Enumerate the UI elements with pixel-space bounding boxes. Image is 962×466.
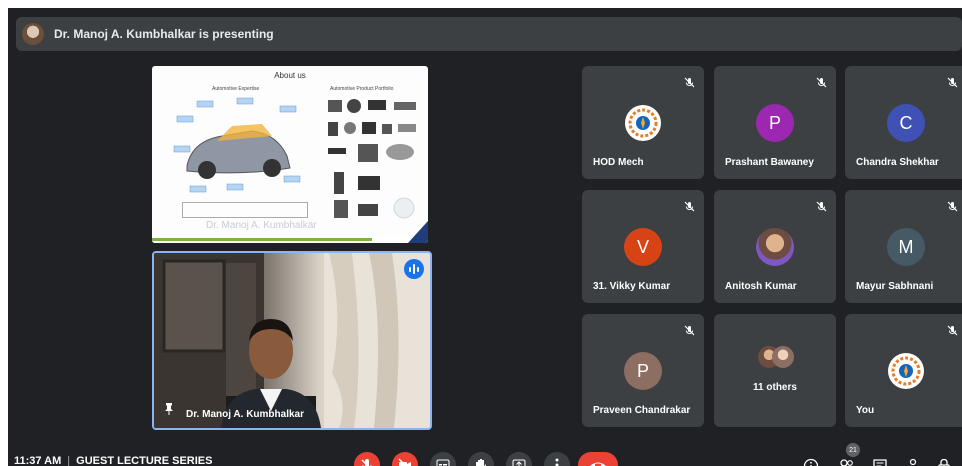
chat-icon[interactable] [872,458,888,466]
college-emblem-avatar [887,352,925,390]
participant-tile-you[interactable]: You [845,314,962,427]
product-portfolio-images [328,99,416,219]
pin-icon[interactable] [164,402,174,420]
slide-heading-right: Automotive Product Portfolio [330,86,394,92]
meeting-time: 11:37 AM [14,455,62,466]
participant-name: Anitosh Kumar [725,281,797,292]
participant-avatar: M [887,228,925,266]
slide-textbox [182,202,308,218]
host-controls-icon[interactable] [937,458,951,466]
mic-off-icon [947,75,958,93]
presenting-text: Dr. Manoj A. Kumbhalkar is presenting [54,27,274,41]
more-options-button[interactable] [544,452,570,466]
participant-tile-praveen[interactable]: P Praveen Chandrakar [582,314,704,427]
meeting-info: 11:37 AM | GUEST LECTURE SERIES [14,455,212,466]
present-screen-button[interactable] [506,452,532,466]
participant-tile-vikky[interactable]: V 31. Vikky Kumar [582,190,704,303]
participant-tile-hod-mech[interactable]: HOD Mech [582,66,704,179]
participant-name: Praveen Chandrakar [593,405,691,416]
shared-screen[interactable]: About us Automotive Expertise Automotive… [152,66,428,243]
slide-corner-triangle [408,221,428,243]
participant-tile-chandra[interactable]: C Chandra Shekhar [845,66,962,179]
mic-toggle-button[interactable] [354,452,380,466]
participant-avatar: P [756,104,794,142]
presenter-avatar [22,23,44,45]
meeting-details-icon[interactable] [803,458,819,466]
participant-photo-avatar [756,228,794,266]
bottom-toolbar: 11:37 AM | GUEST LECTURE SERIES [8,446,962,466]
participant-tile-prashant[interactable]: P Prashant Bawaney [714,66,836,179]
mic-off-icon [684,75,695,93]
participant-name: Chandra Shekhar [856,157,939,168]
participant-name: HOD Mech [593,157,644,168]
others-avatar [772,346,794,368]
raise-hand-button[interactable] [468,452,494,466]
slide-heading-left: Automotive Expertise [212,86,260,92]
others-count: 11 others [753,382,797,393]
slide-watermark: Dr. Manoj A. Kumbhalkar [206,220,317,231]
participant-avatar: C [887,104,925,142]
mic-off-icon [947,323,958,341]
people-icon[interactable] [837,458,855,466]
mic-off-icon [684,199,695,217]
participant-name: 31. Vikky Kumar [593,281,671,292]
others-avatar-stack [758,346,794,372]
participant-tile-mayur[interactable]: M Mayur Sabhnani [845,190,962,303]
activities-icon[interactable] [905,458,921,466]
mic-off-icon [816,75,827,93]
participant-name: You [856,405,875,416]
participant-name: Mayur Sabhnani [856,281,934,292]
mic-off-icon [947,199,958,217]
participant-tile-others[interactable]: 11 others [714,314,836,427]
mic-off-icon [684,323,695,341]
mic-off-icon [816,199,827,217]
participant-count-badge: 21 [846,443,860,457]
participant-avatar: V [624,228,662,266]
camera-toggle-button[interactable] [392,452,418,466]
participant-avatar: P [624,352,662,390]
car-diagram [173,97,301,193]
college-emblem-avatar [624,104,662,142]
meeting-title: GUEST LECTURE SERIES [76,455,213,466]
participant-tile-anitosh[interactable]: Anitosh Kumar [714,190,836,303]
slide-title: About us [274,71,306,80]
participant-name: Prashant Bawaney [725,157,814,168]
meeting-stage: Dr. Manoj A. Kumbhalkar is presenting Ab… [8,8,962,466]
divider: | [67,455,71,466]
presenter-name-label: Dr. Manoj A. Kumbhalkar [186,409,304,420]
presenter-video-tile[interactable]: Dr. Manoj A. Kumbhalkar [152,251,432,430]
presenting-banner: Dr. Manoj A. Kumbhalkar is presenting [16,17,962,51]
leave-call-button[interactable] [578,452,618,466]
captions-button[interactable] [430,452,456,466]
speaking-indicator-icon [404,259,424,279]
slide-footer-stripe [152,238,372,241]
